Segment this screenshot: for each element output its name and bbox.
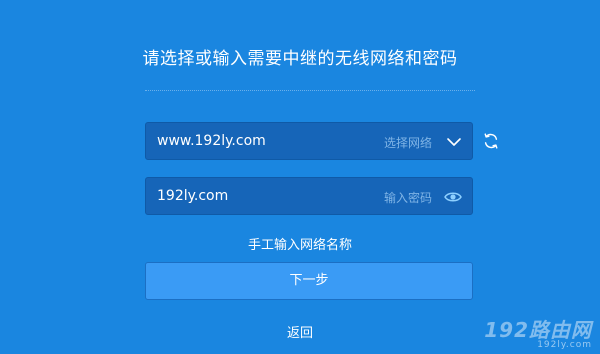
select-network-hint: 选择网络	[383, 136, 432, 150]
page-title: 请选择或输入需要中继的无线网络和密码	[142, 49, 458, 69]
password-hint: 输入密码	[383, 191, 432, 205]
next-button[interactable]: 下一步	[145, 262, 473, 300]
refresh-icon[interactable]	[482, 132, 500, 150]
ssid-value: www.192ly.com	[157, 133, 266, 149]
watermark-logo: 192路由网 192ly.com	[484, 320, 592, 350]
chevron-down-icon[interactable]	[446, 134, 462, 150]
password-field[interactable]: 192ly.com 输入密码	[145, 177, 473, 215]
watermark-main: 192路由网	[484, 318, 592, 342]
manual-input-link[interactable]: 手工输入网络名称	[0, 234, 600, 253]
title-divider	[145, 90, 475, 91]
network-select[interactable]: www.192ly.com 选择网络	[145, 122, 473, 160]
eye-icon[interactable]	[444, 190, 462, 204]
password-value[interactable]: 192ly.com	[157, 188, 228, 204]
